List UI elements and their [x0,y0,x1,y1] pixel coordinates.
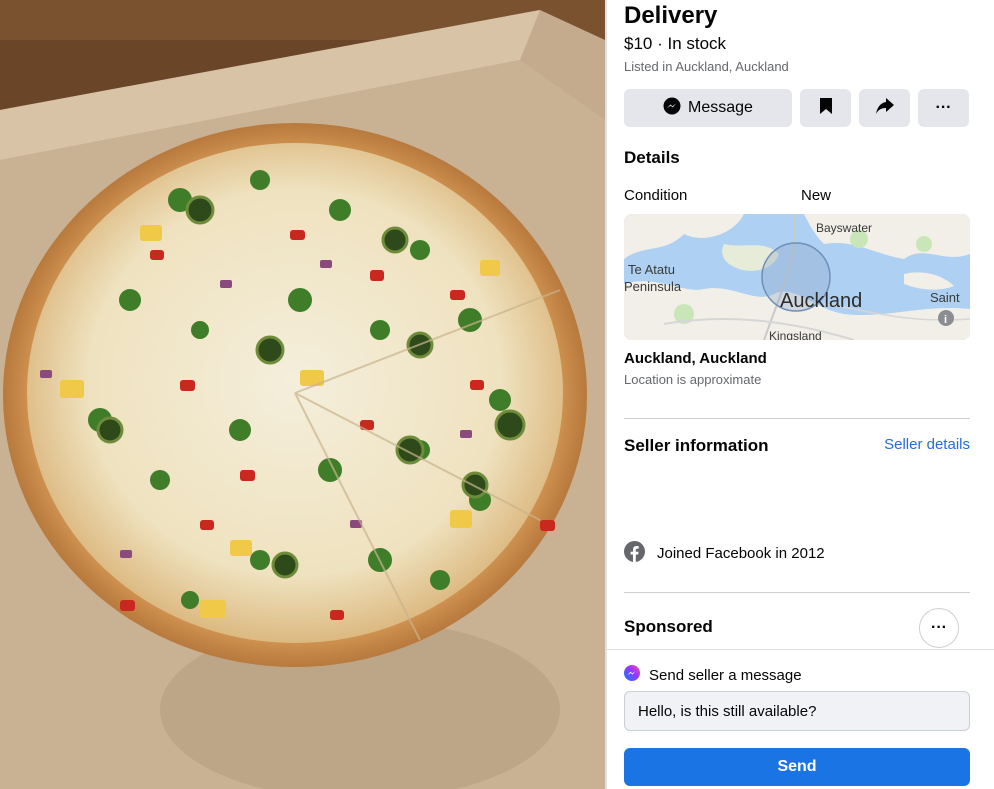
messenger-icon [663,97,681,120]
sponsored-more-button[interactable]: ··· [919,608,959,648]
pizza-photo [0,0,605,789]
map-label-te-atatu: Te Atatu [628,262,675,277]
more-options-button[interactable]: ··· [918,89,969,127]
map-label-auckland: Auckland [780,290,862,312]
message-input-value: Hello, is this still available? [638,702,817,720]
location-map[interactable]: Bayswater Te Atatu Peninsula Auckland Sa… [624,214,970,340]
map-graphic: Bayswater Te Atatu Peninsula Auckland Sa… [624,214,970,340]
message-seller-box: Send seller a message Hello, is this sti… [607,649,994,789]
listing-title: Delivery [624,2,718,29]
map-label-saint: Saint [930,290,960,305]
condition-row: Condition New [624,187,970,204]
condition-label: Condition [624,187,688,204]
map-label-peninsula: Peninsula [624,279,682,294]
facebook-icon [624,541,645,566]
share-icon [875,97,894,119]
condition-value: New [801,187,832,204]
send-seller-message-label: Send seller a message [649,666,802,684]
message-button-label: Message [688,99,753,116]
listing-location-text[interactable]: Listed in Auckland, Auckland [624,59,970,74]
message-input[interactable]: Hello, is this still available? [624,691,970,731]
divider [624,418,970,419]
joined-facebook-row: Joined Facebook in 2012 [624,541,970,566]
listing-details-panel: Delivery $10 · In stock Listed in Auckla… [605,0,994,789]
save-button[interactable] [800,89,851,127]
joined-facebook-text: Joined Facebook in 2012 [657,545,825,562]
more-icon: ··· [935,99,952,116]
seller-details-link[interactable]: Seller details [884,436,970,456]
map-label-kingsland: Kingsland [769,329,822,340]
location-name: Auckland, Auckland [624,350,767,367]
messenger-icon [624,665,640,685]
send-button[interactable]: Send [624,748,970,786]
listing-price-status: $10 · In stock [624,34,727,53]
details-heading: Details [624,148,680,167]
seller-info-heading: Seller information [624,436,769,455]
action-bar: Message ··· [624,89,970,127]
more-icon: ··· [931,619,947,636]
location-approximate-note: Location is approximate [624,372,762,387]
divider [624,592,970,593]
bookmark-icon [819,97,832,119]
map-label-bayswater: Bayswater [816,221,872,235]
send-seller-message-label-row: Send seller a message [624,665,802,685]
svg-text:i: i [944,314,947,326]
share-button[interactable] [859,89,910,127]
message-button[interactable]: Message [624,89,792,127]
seller-info-header: Seller information Seller details [624,436,970,456]
listing-photo[interactable] [0,0,605,789]
send-button-label: Send [777,758,817,775]
